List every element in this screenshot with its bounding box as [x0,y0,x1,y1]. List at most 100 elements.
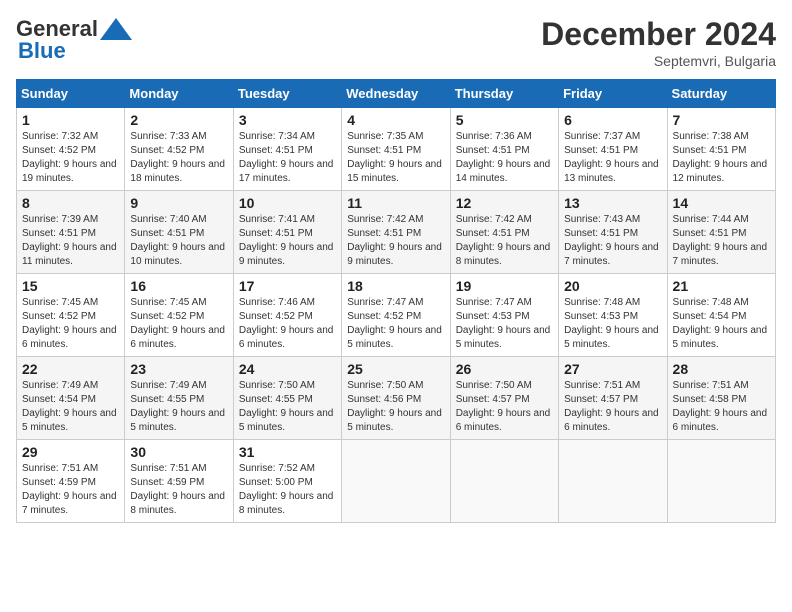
day-number: 26 [456,361,553,377]
calendar-cell: 21 Sunrise: 7:48 AMSunset: 4:54 PMDaylig… [667,274,775,357]
calendar-cell: 9 Sunrise: 7:40 AMSunset: 4:51 PMDayligh… [125,191,233,274]
calendar-cell: 11 Sunrise: 7:42 AMSunset: 4:51 PMDaylig… [342,191,450,274]
day-info: Sunrise: 7:48 AMSunset: 4:54 PMDaylight:… [673,296,770,352]
day-info: Sunrise: 7:45 AMSunset: 4:52 PMDaylight:… [130,296,227,352]
day-info: Sunrise: 7:46 AMSunset: 4:52 PMDaylight:… [239,296,336,352]
day-info: Sunrise: 7:40 AMSunset: 4:51 PMDaylight:… [130,213,227,269]
calendar-cell: 7 Sunrise: 7:38 AMSunset: 4:51 PMDayligh… [667,108,775,191]
week-row-5: 29 Sunrise: 7:51 AMSunset: 4:59 PMDaylig… [17,440,776,523]
day-info: Sunrise: 7:34 AMSunset: 4:51 PMDaylight:… [239,130,336,186]
day-info: Sunrise: 7:37 AMSunset: 4:51 PMDaylight:… [564,130,661,186]
calendar-cell: 6 Sunrise: 7:37 AMSunset: 4:51 PMDayligh… [559,108,667,191]
day-number: 5 [456,112,553,128]
week-row-1: 1 Sunrise: 7:32 AMSunset: 4:52 PMDayligh… [17,108,776,191]
day-number: 6 [564,112,661,128]
header-wednesday: Wednesday [342,80,450,108]
day-number: 17 [239,278,336,294]
calendar-cell: 13 Sunrise: 7:43 AMSunset: 4:51 PMDaylig… [559,191,667,274]
day-info: Sunrise: 7:39 AMSunset: 4:51 PMDaylight:… [22,213,119,269]
day-info: Sunrise: 7:51 AMSunset: 4:59 PMDaylight:… [130,462,227,518]
header-tuesday: Tuesday [233,80,341,108]
calendar-cell: 18 Sunrise: 7:47 AMSunset: 4:52 PMDaylig… [342,274,450,357]
day-info: Sunrise: 7:49 AMSunset: 4:54 PMDaylight:… [22,379,119,435]
calendar-cell: 22 Sunrise: 7:49 AMSunset: 4:54 PMDaylig… [17,357,125,440]
calendar-cell: 29 Sunrise: 7:51 AMSunset: 4:59 PMDaylig… [17,440,125,523]
day-info: Sunrise: 7:35 AMSunset: 4:51 PMDaylight:… [347,130,444,186]
day-info: Sunrise: 7:42 AMSunset: 4:51 PMDaylight:… [456,213,553,269]
calendar-cell: 10 Sunrise: 7:41 AMSunset: 4:51 PMDaylig… [233,191,341,274]
day-info: Sunrise: 7:42 AMSunset: 4:51 PMDaylight:… [347,213,444,269]
day-info: Sunrise: 7:43 AMSunset: 4:51 PMDaylight:… [564,213,661,269]
day-number: 10 [239,195,336,211]
day-info: Sunrise: 7:38 AMSunset: 4:51 PMDaylight:… [673,130,770,186]
week-row-3: 15 Sunrise: 7:45 AMSunset: 4:52 PMDaylig… [17,274,776,357]
day-number: 1 [22,112,119,128]
calendar-cell: 1 Sunrise: 7:32 AMSunset: 4:52 PMDayligh… [17,108,125,191]
day-number: 2 [130,112,227,128]
day-info: Sunrise: 7:50 AMSunset: 4:55 PMDaylight:… [239,379,336,435]
day-number: 16 [130,278,227,294]
calendar-cell: 26 Sunrise: 7:50 AMSunset: 4:57 PMDaylig… [450,357,558,440]
header-monday: Monday [125,80,233,108]
logo-blue-text: Blue [18,38,66,63]
calendar-cell: 3 Sunrise: 7:34 AMSunset: 4:51 PMDayligh… [233,108,341,191]
day-number: 11 [347,195,444,211]
calendar-cell: 27 Sunrise: 7:51 AMSunset: 4:57 PMDaylig… [559,357,667,440]
calendar-cell: 14 Sunrise: 7:44 AMSunset: 4:51 PMDaylig… [667,191,775,274]
day-info: Sunrise: 7:44 AMSunset: 4:51 PMDaylight:… [673,213,770,269]
day-info: Sunrise: 7:51 AMSunset: 4:57 PMDaylight:… [564,379,661,435]
day-info: Sunrise: 7:48 AMSunset: 4:53 PMDaylight:… [564,296,661,352]
day-number: 24 [239,361,336,377]
day-info: Sunrise: 7:45 AMSunset: 4:52 PMDaylight:… [22,296,119,352]
day-number: 25 [347,361,444,377]
day-info: Sunrise: 7:32 AMSunset: 4:52 PMDaylight:… [22,130,119,186]
day-number: 8 [22,195,119,211]
calendar-cell: 19 Sunrise: 7:47 AMSunset: 4:53 PMDaylig… [450,274,558,357]
day-info: Sunrise: 7:36 AMSunset: 4:51 PMDaylight:… [456,130,553,186]
day-number: 28 [673,361,770,377]
calendar-cell: 23 Sunrise: 7:49 AMSunset: 4:55 PMDaylig… [125,357,233,440]
calendar-cell: 25 Sunrise: 7:50 AMSunset: 4:56 PMDaylig… [342,357,450,440]
day-number: 7 [673,112,770,128]
day-info: Sunrise: 7:52 AMSunset: 5:00 PMDaylight:… [239,462,336,518]
calendar-cell: 16 Sunrise: 7:45 AMSunset: 4:52 PMDaylig… [125,274,233,357]
calendar-cell [667,440,775,523]
location-subtitle: Septemvri, Bulgaria [541,53,776,69]
day-number: 31 [239,444,336,460]
page-header: General Blue December 2024 Septemvri, Bu… [16,16,776,69]
day-info: Sunrise: 7:51 AMSunset: 4:59 PMDaylight:… [22,462,119,518]
day-number: 27 [564,361,661,377]
day-number: 4 [347,112,444,128]
day-number: 14 [673,195,770,211]
day-info: Sunrise: 7:47 AMSunset: 4:52 PMDaylight:… [347,296,444,352]
calendar-cell: 15 Sunrise: 7:45 AMSunset: 4:52 PMDaylig… [17,274,125,357]
day-info: Sunrise: 7:50 AMSunset: 4:56 PMDaylight:… [347,379,444,435]
calendar-cell [450,440,558,523]
calendar-cell: 20 Sunrise: 7:48 AMSunset: 4:53 PMDaylig… [559,274,667,357]
week-row-4: 22 Sunrise: 7:49 AMSunset: 4:54 PMDaylig… [17,357,776,440]
day-number: 18 [347,278,444,294]
day-info: Sunrise: 7:50 AMSunset: 4:57 PMDaylight:… [456,379,553,435]
calendar-cell: 4 Sunrise: 7:35 AMSunset: 4:51 PMDayligh… [342,108,450,191]
day-info: Sunrise: 7:51 AMSunset: 4:58 PMDaylight:… [673,379,770,435]
calendar-cell: 17 Sunrise: 7:46 AMSunset: 4:52 PMDaylig… [233,274,341,357]
day-info: Sunrise: 7:41 AMSunset: 4:51 PMDaylight:… [239,213,336,269]
calendar-cell [559,440,667,523]
day-number: 9 [130,195,227,211]
day-number: 12 [456,195,553,211]
weekday-header-row: Sunday Monday Tuesday Wednesday Thursday… [17,80,776,108]
title-block: December 2024 Septemvri, Bulgaria [541,16,776,69]
week-row-2: 8 Sunrise: 7:39 AMSunset: 4:51 PMDayligh… [17,191,776,274]
calendar-cell: 30 Sunrise: 7:51 AMSunset: 4:59 PMDaylig… [125,440,233,523]
logo-icon [100,18,132,40]
calendar-cell: 12 Sunrise: 7:42 AMSunset: 4:51 PMDaylig… [450,191,558,274]
day-number: 22 [22,361,119,377]
day-number: 15 [22,278,119,294]
calendar-cell [342,440,450,523]
day-number: 20 [564,278,661,294]
day-number: 21 [673,278,770,294]
header-sunday: Sunday [17,80,125,108]
header-friday: Friday [559,80,667,108]
header-thursday: Thursday [450,80,558,108]
day-number: 19 [456,278,553,294]
